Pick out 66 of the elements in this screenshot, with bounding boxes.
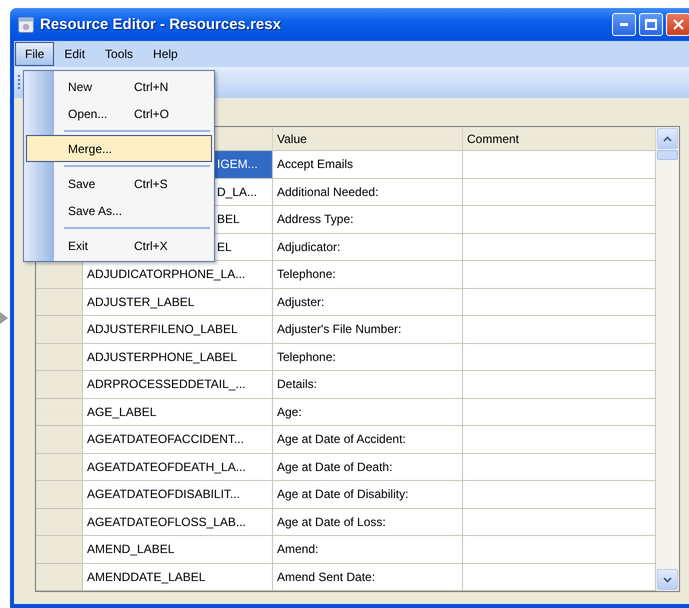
column-header[interactable]: Value: [273, 127, 463, 151]
shortcut-text: Ctrl+O: [134, 106, 170, 120]
minimize-icon: [620, 23, 628, 26]
table-cell[interactable]: Amend:: [273, 536, 463, 564]
menu-item[interactable]: Save Ctrl+S: [26, 170, 212, 197]
table-cell[interactable]: AGEATDATEOFACCIDENT...: [83, 426, 273, 454]
menu-item[interactable]: Save As...: [26, 197, 212, 224]
shortcut-text: Ctrl+N: [134, 80, 168, 94]
table-cell[interactable]: ADJUSTERFILENO_LABEL: [83, 316, 273, 344]
table-cell[interactable]: AGEATDATEOFDEATH_LA...: [83, 454, 273, 481]
table-cell[interactable]: Adjuster's File Number:: [273, 316, 463, 344]
table-cell[interactable]: Adjuster:: [273, 288, 463, 316]
table-cell[interactable]: AGEATDATEOFLOSS_LAB...: [83, 508, 273, 536]
column-header[interactable]: Comment: [463, 127, 656, 151]
table-cell[interactable]: Adjudicator:: [273, 234, 463, 261]
up-icon: [663, 136, 672, 142]
scroll-down-button[interactable]: [657, 569, 678, 590]
menu-item[interactable]: Tools: [95, 42, 144, 66]
arrow-icon: [0, 312, 8, 324]
menu-label: Save: [68, 176, 96, 190]
table-cell[interactable]: Additional Needed:: [273, 178, 463, 206]
table-cell[interactable]: Age at Date of Accident:: [273, 426, 463, 454]
shortcut-text: Ctrl+X: [134, 238, 168, 252]
menu-label: Exit: [68, 238, 90, 252]
row-header[interactable]: [36, 261, 83, 288]
scrollbar[interactable]: [656, 127, 679, 591]
table-cell[interactable]: AMENDDATE_LABEL: [83, 564, 273, 591]
table-cell[interactable]: Amend Sent Date:: [273, 564, 463, 591]
table-cell[interactable]: Age at Date of Loss:: [273, 508, 463, 536]
table-cell[interactable]: Age:: [273, 398, 463, 426]
menu-item[interactable]: New Ctrl+N: [26, 73, 212, 100]
window-title: Resource Editor - Resources.resx: [40, 16, 282, 34]
menu-item[interactable]: Help: [143, 42, 188, 66]
table-cell[interactable]: Age at Date of Death:: [273, 454, 463, 481]
app-icon: [18, 16, 34, 33]
table-cell[interactable]: Accept Emails: [273, 151, 463, 178]
scroll-thumb[interactable]: [657, 150, 678, 160]
table-cell[interactable]: Details:: [273, 371, 463, 398]
menu-label: Open...: [68, 106, 108, 120]
menu-item[interactable]: Exit Ctrl+X: [26, 232, 212, 259]
table-cell[interactable]: ADJUSTERPHONE_LABEL: [83, 344, 273, 371]
scroll-up-button[interactable]: [657, 128, 678, 149]
close-button[interactable]: [666, 13, 689, 36]
table-cell[interactable]: AGEATDATEOFDISABILIT...: [83, 481, 273, 508]
maximize-button[interactable]: [639, 13, 663, 36]
table-cell[interactable]: AMEND_LABEL: [83, 536, 273, 564]
menu-item[interactable]: File: [15, 42, 54, 66]
menu-item[interactable]: Edit: [54, 42, 96, 66]
maximize-icon: [645, 19, 657, 30]
menu-label: Merge...: [68, 142, 114, 156]
minimize-button[interactable]: [612, 13, 636, 36]
menu-item[interactable]: Merge...: [26, 135, 212, 162]
table-cell[interactable]: AGE_LABEL: [83, 398, 273, 426]
table-cell[interactable]: Telephone:: [273, 344, 463, 371]
table-cell[interactable]: Age at Date of Disability:: [273, 481, 463, 508]
menu-item[interactable]: Open... Ctrl+O: [26, 100, 212, 127]
shortcut-text: Ctrl+S: [134, 176, 168, 190]
table-cell[interactable]: ADJUSTER_LABEL: [83, 288, 273, 316]
menu-label: New: [68, 80, 94, 94]
down-icon: [663, 576, 672, 582]
table-cell[interactable]: Address Type:: [273, 206, 463, 234]
table-cell[interactable]: Telephone:: [273, 261, 463, 288]
close-icon: [672, 19, 684, 30]
menu-label: Save As...: [68, 204, 124, 218]
table-cell[interactable]: ADRPROCESSEDDETAIL_...: [83, 371, 273, 398]
grip-icon[interactable]: [18, 75, 21, 90]
